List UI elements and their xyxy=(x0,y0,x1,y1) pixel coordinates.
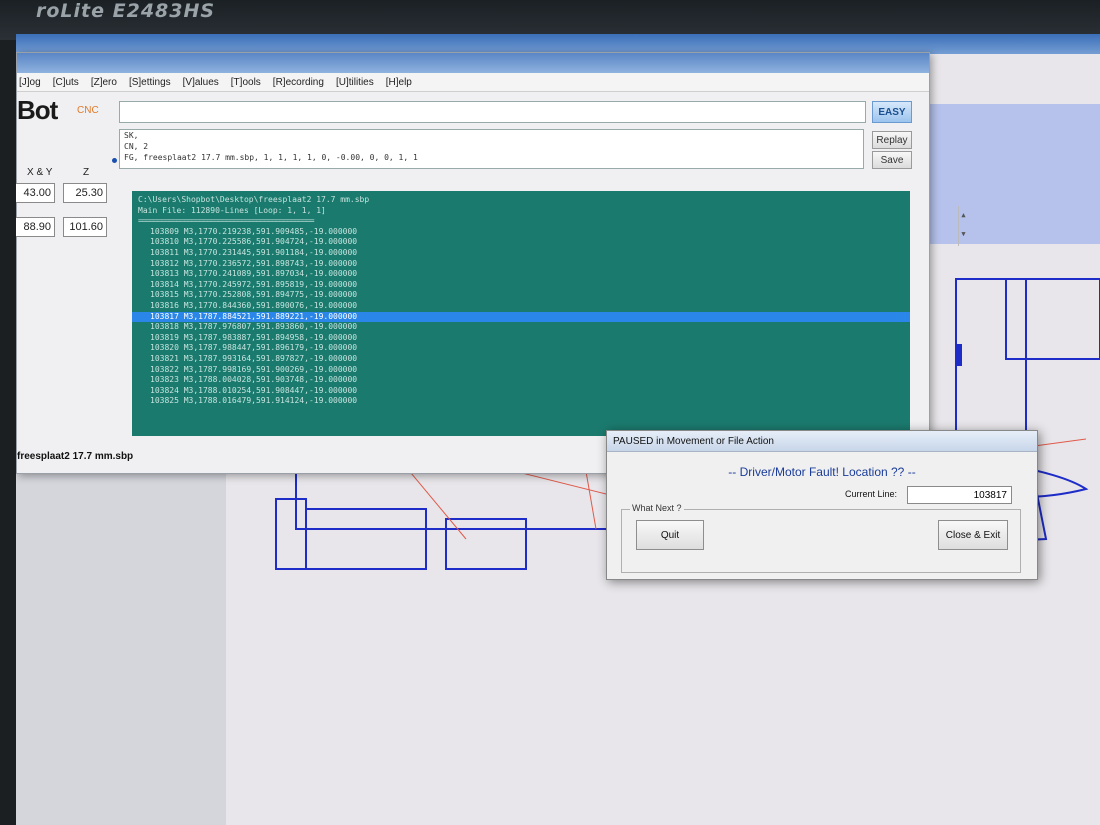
easy-button[interactable]: EASY xyxy=(872,101,912,123)
menu-utilities[interactable]: [U]tilities xyxy=(336,77,374,88)
close-exit-button[interactable]: Close & Exit xyxy=(938,520,1008,550)
logo-text: Bot xyxy=(17,95,58,125)
file-line: 103812 M3,1770.236572,591.898743,-19.000… xyxy=(150,258,358,268)
file-line: 103823 M3,1788.004028,591.903748,-19.000… xyxy=(150,375,358,385)
menu-zero[interactable]: [Z]ero xyxy=(91,77,117,88)
fault-message: -- Driver/Motor Fault! Location ?? -- xyxy=(728,465,916,479)
slot xyxy=(956,344,962,366)
save-button[interactable]: Save xyxy=(872,151,912,169)
file-line: 103821 M3,1787.993164,591.897827,-19.000… xyxy=(150,353,358,363)
window-titlebar xyxy=(17,53,929,73)
file-path: C:\Users\Shopbot\Desktop\freesplaat2 17.… xyxy=(138,195,370,204)
file-line: 103822 M3,1787.998169,591.900269,-19.000… xyxy=(150,364,358,374)
status-filename: freesplaat2 17.7 mm.sbp xyxy=(17,451,134,462)
x-value: 43.00 xyxy=(16,183,55,203)
monitor-left-bezel xyxy=(0,40,16,825)
part-outline xyxy=(275,498,307,570)
menu-cuts[interactable]: [C]uts xyxy=(53,77,79,88)
file-line: 103810 M3,1770.225586,591.904724,-19.000… xyxy=(150,237,358,247)
dialog-title: PAUSED in Movement or File Action xyxy=(607,431,1037,452)
menu-recording[interactable]: [R]ecording xyxy=(273,77,324,88)
what-next-label: What Next ? xyxy=(630,503,684,513)
z2-value: 101.60 xyxy=(63,217,107,237)
file-lines: 103809 M3,1770.219238,591.909485,-19.000… xyxy=(132,226,910,407)
what-next-group: What Next ? Quit Close & Exit xyxy=(621,503,1021,573)
file-line: 103825 M3,1788.016479,591.914124,-19.000… xyxy=(150,396,358,406)
file-line: 103813 M3,1770.241089,591.897034,-19.000… xyxy=(150,269,358,279)
part-outline xyxy=(305,508,427,570)
menu-jog[interactable]: [J]og xyxy=(19,77,41,88)
command-input[interactable] xyxy=(119,101,866,123)
monitor-brand: roLite E2483HS xyxy=(36,0,216,22)
file-line: 103819 M3,1787.983887,591.894958,-19.000… xyxy=(150,332,358,342)
main-file-info: Main File: 112890-Lines [Loop: 1, 1, 1] xyxy=(138,205,326,215)
xy-label: X & Y xyxy=(27,167,53,178)
file-line: 103820 M3,1787.988447,591.896179,-19.000… xyxy=(150,343,358,353)
shopbot-logo: Bot CNC xyxy=(17,95,105,131)
current-file-line: 103817 M3,1787.884521,591.889221,-19.000… xyxy=(132,311,910,323)
menu-settings[interactable]: [S]ettings xyxy=(129,77,171,88)
z-label: Z xyxy=(83,167,90,178)
screen: [J]og [C]uts [Z]ero [S]ettings [V]alues … xyxy=(16,34,1100,825)
current-line-field[interactable]: 103817 xyxy=(907,486,1012,504)
history-scrollbar[interactable]: ▲ ▼ xyxy=(958,206,968,246)
z-value: 25.30 xyxy=(63,183,107,203)
file-listing[interactable]: C:\Users\Shopbot\Desktop\freesplaat2 17.… xyxy=(132,191,910,436)
quit-button[interactable]: Quit xyxy=(636,520,704,550)
menu-tools[interactable]: [T]ools xyxy=(231,77,261,88)
shopbot-window: [J]og [C]uts [Z]ero [S]ettings [V]alues … xyxy=(16,52,966,474)
part-outline xyxy=(1005,278,1100,360)
file-line: 103814 M3,1770.245972,591.895819,-19.000… xyxy=(150,279,358,289)
file-line: 103815 M3,1770.252808,591.894775,-19.000… xyxy=(150,290,358,300)
menu-bar: [J]og [C]uts [Z]ero [S]ettings [V]alues … xyxy=(17,73,929,92)
paused-dialog: PAUSED in Movement or File Action -- Dri… xyxy=(606,430,1038,580)
replay-button[interactable]: Replay xyxy=(872,131,912,149)
preview-highlight-region xyxy=(911,104,1100,244)
command-history[interactable]: SK, CN, 2 FG, freesplaat2 17.7 mm.sbp, 1… xyxy=(112,129,966,246)
menu-help[interactable]: [H]elp xyxy=(386,77,412,88)
part-outline xyxy=(445,518,527,570)
menu-values[interactable]: [V]alues xyxy=(183,77,219,88)
file-line: 103818 M3,1787.976807,591.893860,-19.000… xyxy=(150,322,358,332)
file-line: 103824 M3,1788.010254,591.908447,-19.000… xyxy=(150,385,358,395)
logo-cnc: CNC xyxy=(77,105,99,116)
current-line-label: Current Line: xyxy=(845,489,898,499)
y-value: 88.90 xyxy=(16,217,55,237)
history-line: SK, xyxy=(124,131,139,140)
current-command-marker xyxy=(112,158,117,163)
separator: ========================================… xyxy=(138,216,315,226)
position-readout: X & Y Z 43.00 25.30 88.90 101.60 xyxy=(16,163,107,263)
history-line: FG, freesplaat2 17.7 mm.sbp, 1, 1, 1, 1,… xyxy=(124,153,418,162)
file-line: 103809 M3,1770.219238,591.909485,-19.000… xyxy=(150,226,358,236)
file-line: 103811 M3,1770.231445,591.901184,-19.000… xyxy=(150,247,358,257)
history-line: CN, 2 xyxy=(124,142,149,151)
file-line: 103816 M3,1770.844360,591.890076,-19.000… xyxy=(150,300,358,310)
